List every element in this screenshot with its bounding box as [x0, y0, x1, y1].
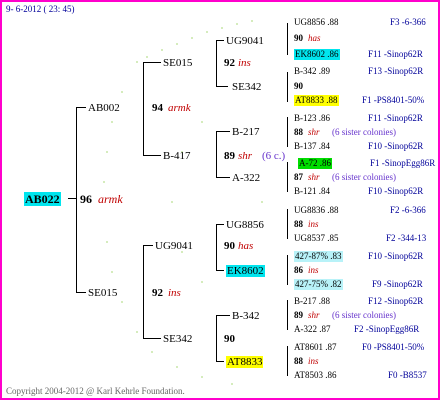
gen3-4[interactable]: UG8856	[226, 219, 264, 231]
gen2-ug9041[interactable]: UG9041	[155, 240, 193, 252]
gen4-6-btag: shr	[308, 310, 320, 320]
gen4-2-b: 88	[294, 127, 303, 137]
subject-id[interactable]: AB022	[24, 192, 61, 206]
gen4-5-a[interactable]: 427-87% .83	[294, 251, 343, 262]
sire-id[interactable]: AB002	[88, 102, 120, 114]
gen4-3-a[interactable]: A-72 .86	[298, 158, 332, 169]
gen4-4-ra: F2 -6-366	[390, 205, 426, 215]
gen2-se342[interactable]: SE342	[163, 333, 192, 345]
gen4-3-rc: F10 -Sinop62R	[368, 186, 424, 196]
gen3-3[interactable]: A-322	[232, 172, 260, 184]
dam-id[interactable]: SE015	[88, 287, 117, 299]
gen4-1-c[interactable]: AT8833 .88	[294, 95, 339, 106]
gen1-1-tag: ins	[168, 287, 181, 299]
gen2-1-year: 89	[224, 150, 235, 162]
gen4-7-btag: ins	[308, 356, 319, 366]
gen4-3-b: 87	[294, 172, 303, 182]
gen4-0-rc: F11 -Sinop62R	[368, 49, 423, 59]
gen4-0-b: 90	[294, 33, 303, 43]
gen4-7-a[interactable]: AT8601 .87	[294, 342, 337, 353]
gen4-0-c[interactable]: EK8602 .86	[294, 49, 340, 60]
gen4-5-b: 86	[294, 265, 303, 275]
gen2-2-tag: has	[238, 240, 254, 252]
gen4-6-b: 89	[294, 310, 303, 320]
gen3-0[interactable]: UG9041	[226, 35, 264, 47]
gen3-6[interactable]: B-342	[232, 310, 260, 322]
gen4-6-bnote: (6 sister colonies)	[332, 310, 396, 320]
gen4-2-btag: shr	[308, 127, 320, 137]
gen2-se015[interactable]: SE015	[163, 57, 192, 69]
gen4-2-ra: F11 -Sinop62R	[368, 113, 423, 123]
gen3-2[interactable]: B-217	[232, 126, 260, 138]
copyright: Copyright 2004-2012 @ Karl Kehrle Founda…	[6, 386, 185, 396]
gen4-5-c[interactable]: 427-75% .82	[294, 279, 343, 290]
gen4-1-rc: F1 -PS8401-50%	[362, 95, 425, 105]
gen4-2-a[interactable]: B-123 .86	[294, 113, 330, 124]
gen4-2-rc: F10 -Sinop62R	[368, 141, 424, 151]
gen4-0-ra: F3 -6-366	[390, 17, 426, 27]
gen4-6-a[interactable]: B-217 .88	[294, 296, 330, 307]
gen4-4-btag: ins	[308, 219, 319, 229]
gen4-7-b: 88	[294, 356, 303, 366]
gen2-0-tag: armk	[168, 102, 191, 114]
gen4-5-rc: F9 -Sinop62R	[372, 279, 423, 289]
subject-tag: armk	[98, 192, 123, 206]
gen4-4-c[interactable]: UG8537 .85	[294, 233, 339, 244]
gen4-3-c[interactable]: B-121 .84	[294, 186, 330, 197]
gen4-6-c[interactable]: A-322 .87	[294, 324, 331, 335]
gen4-7-rc: F0 -B8537	[388, 370, 427, 380]
gen4-7-ra: F0 -PS8401-50%	[362, 342, 425, 352]
gen2-0-year: 94	[152, 102, 163, 114]
gen4-2-c[interactable]: B-137 .84	[294, 141, 330, 152]
gen2-0-tag-b: ins	[238, 57, 251, 69]
gen2-3-year: 90	[224, 333, 235, 345]
gen4-6-ra: F12 -Sinop62R	[368, 296, 424, 306]
subject-year: 96	[80, 192, 92, 206]
background-dots	[103, 20, 263, 385]
pedigree-chart: 9- 6-2012 ( 23: 45) Copyright 2004-2012 …	[0, 0, 440, 400]
gen4-7-c[interactable]: AT8503 .86	[294, 370, 337, 381]
gen2-0-year-b: 92	[224, 57, 235, 69]
gen4-4-a[interactable]: UG8836 .88	[294, 205, 339, 216]
gen3-1[interactable]: SE342	[232, 81, 261, 93]
gen4-6-rc: F2 -SinopEgg86R	[354, 324, 420, 334]
gen3-5[interactable]: EK8602	[226, 265, 265, 277]
gen2-1-tag: shr	[238, 150, 253, 162]
gen2-2-year: 90	[224, 240, 235, 252]
gen4-4-b: 88	[294, 219, 303, 229]
gen4-1-b: 90	[294, 81, 303, 91]
gen4-0-btag: has	[308, 33, 321, 43]
gen4-1-ra: F13 -Sinop62R	[368, 66, 424, 76]
gen4-3-btag: shr	[308, 172, 320, 182]
gen2-b417[interactable]: B-417	[163, 150, 191, 162]
gen4-3-bnote: (6 sister colonies)	[332, 172, 396, 182]
gen3-7[interactable]: AT8833	[226, 356, 264, 368]
gen4-1-a[interactable]: B-342 .89	[294, 66, 330, 77]
date-stamp: 9- 6-2012 ( 23: 45)	[6, 4, 75, 14]
gen1-1-year: 92	[152, 287, 163, 299]
gen4-3-ra: F1 -SinopEgg86R	[370, 158, 436, 168]
gen4-5-btag: ins	[308, 265, 319, 275]
gen4-4-rc: F2 -344-13	[386, 233, 427, 243]
gen2-1-note: (6 c.)	[262, 150, 286, 162]
gen4-5-ra: F10 -Sinop62R	[368, 251, 424, 261]
gen4-0-a[interactable]: UG8856 .88	[294, 17, 339, 28]
gen4-2-bnote: (6 sister colonies)	[332, 127, 396, 137]
